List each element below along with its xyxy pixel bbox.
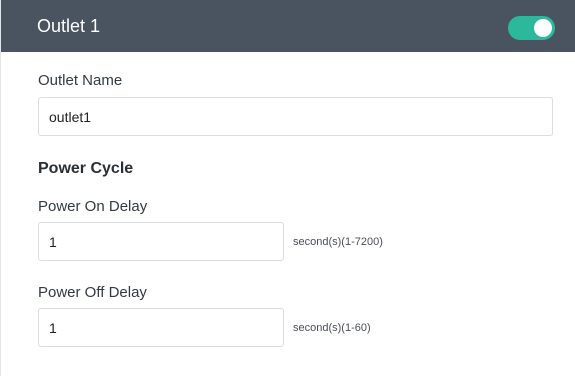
- outlet-header: Outlet 1: [1, 0, 575, 52]
- power-off-delay-hint: second(s)(1-60): [293, 322, 371, 334]
- outlet-title: Outlet 1: [37, 16, 101, 36]
- toggle-knob: [534, 19, 552, 37]
- power-cycle-heading: Power Cycle: [38, 160, 134, 177]
- outlet-enable-toggle[interactable]: [508, 16, 555, 40]
- power-off-delay-label: Power Off Delay: [38, 284, 147, 301]
- outlet-settings-panel: Outlet 1 Outlet Name Power Cycle Power O…: [0, 0, 575, 376]
- outlet-name-input[interactable]: [38, 97, 553, 136]
- power-off-delay-input[interactable]: [38, 308, 284, 347]
- outlet-name-label: Outlet Name: [38, 72, 123, 89]
- power-on-delay-input[interactable]: [38, 222, 284, 261]
- power-on-delay-hint: second(s)(1-7200): [293, 236, 383, 248]
- power-on-delay-label: Power On Delay: [38, 198, 148, 215]
